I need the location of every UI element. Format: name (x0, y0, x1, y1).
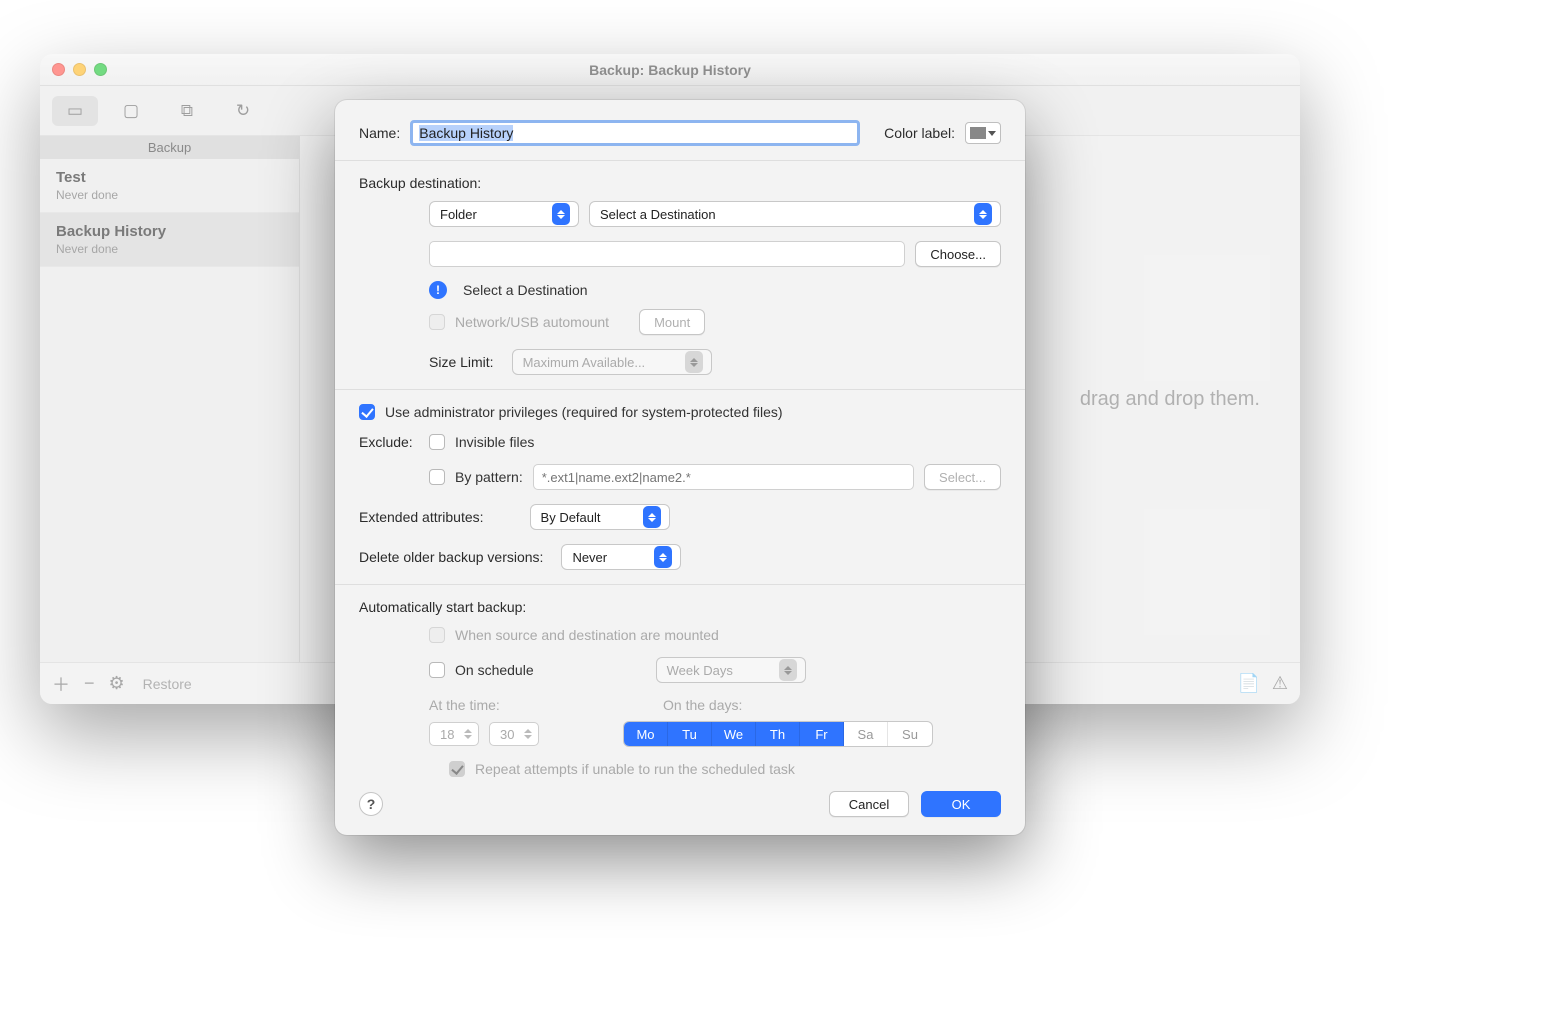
task-name: Test (56, 169, 283, 186)
exclude-pattern-label: By pattern: (455, 469, 523, 485)
destination-select[interactable]: Select a Destination (589, 201, 1001, 227)
updown-icon (974, 203, 992, 225)
updown-icon (779, 659, 797, 681)
day-we[interactable]: We (712, 722, 756, 746)
restore-button[interactable]: Restore (143, 676, 192, 692)
info-icon: ! (429, 281, 447, 299)
exclude-label: Exclude: (359, 434, 419, 450)
destination-select-value: Select a Destination (600, 207, 716, 222)
remove-button-icon[interactable]: − (84, 673, 95, 694)
toolbar-backup-icon[interactable]: ▭ (52, 96, 98, 126)
task-status: Never done (56, 188, 283, 202)
traffic-lights (52, 63, 107, 76)
auto-start-label: Automatically start backup: (359, 599, 1001, 615)
schedule-type-value: Week Days (667, 663, 733, 678)
task-name: Backup History (56, 223, 283, 240)
destination-warning-text: Select a Destination (463, 282, 588, 298)
extended-attributes-value: By Default (541, 510, 601, 525)
size-limit-value: Maximum Available... (523, 355, 646, 370)
auto-mounted-label: When source and destination are mounted (455, 627, 719, 643)
admin-privileges-label: Use administrator privileges (required f… (385, 404, 783, 420)
day-sa[interactable]: Sa (844, 722, 888, 746)
color-label-select[interactable] (965, 122, 1001, 144)
on-days-label: On the days: (663, 697, 742, 713)
updown-icon (643, 506, 661, 528)
extended-attributes-select[interactable]: By Default (530, 504, 670, 530)
help-button[interactable]: ? (359, 792, 383, 816)
cancel-button[interactable]: Cancel (829, 791, 909, 817)
minimize-icon[interactable] (73, 63, 86, 76)
on-schedule-label: On schedule (455, 662, 534, 678)
delete-older-value: Never (572, 550, 607, 565)
day-fr[interactable]: Fr (800, 722, 844, 746)
day-segments: Mo Tu We Th Fr Sa Su (623, 721, 933, 747)
delete-older-select[interactable]: Never (561, 544, 681, 570)
day-th[interactable]: Th (756, 722, 800, 746)
backup-destination-label: Backup destination: (359, 175, 1001, 191)
at-time-label: At the time: (429, 697, 519, 713)
hour-stepper: 18 (429, 722, 479, 746)
delete-older-label: Delete older backup versions: (359, 549, 543, 565)
toolbar-loop-icon[interactable]: ↻ (220, 96, 266, 126)
destination-type-select[interactable]: Folder (429, 201, 579, 227)
toolbar-sync-icon[interactable]: ⧉ (164, 96, 210, 126)
repeat-checkbox (449, 761, 465, 777)
toolbar-archive-icon[interactable]: ▢ (108, 96, 154, 126)
mount-button: Mount (639, 309, 705, 335)
size-limit-select: Maximum Available... (512, 349, 712, 375)
destination-path-field[interactable] (429, 241, 905, 267)
exclude-select-button: Select... (924, 464, 1001, 490)
exclude-pattern-checkbox[interactable] (429, 469, 445, 485)
updown-icon (552, 203, 570, 225)
exclude-invisible-label: Invisible files (455, 434, 534, 450)
task-item[interactable]: Backup History Never done (40, 213, 299, 267)
auto-mounted-checkbox (429, 627, 445, 643)
day-su[interactable]: Su (888, 722, 932, 746)
window-title: Backup: Backup History (589, 62, 751, 78)
minute-stepper: 30 (489, 722, 539, 746)
maximize-icon[interactable] (94, 63, 107, 76)
automount-label: Network/USB automount (455, 314, 609, 330)
exclude-pattern-field[interactable] (533, 464, 914, 490)
day-mo[interactable]: Mo (624, 722, 668, 746)
size-limit-label: Size Limit: (429, 354, 494, 370)
color-swatch-icon (970, 127, 986, 139)
updown-icon (654, 546, 672, 568)
updown-icon (461, 725, 475, 743)
drop-hint: drag and drop them. (1080, 388, 1260, 411)
add-button-icon[interactable]: ＋ (52, 671, 70, 697)
sidebar-section-header: Backup (40, 136, 299, 159)
repeat-label: Repeat attempts if unable to run the sch… (475, 761, 795, 777)
destination-type-value: Folder (440, 207, 477, 222)
day-tu[interactable]: Tu (668, 722, 712, 746)
updown-icon (685, 351, 703, 373)
ok-button[interactable]: OK (921, 791, 1001, 817)
on-schedule-checkbox[interactable] (429, 662, 445, 678)
alert-icon[interactable]: ⚠ (1272, 673, 1288, 694)
log-icon[interactable]: 📄 (1237, 673, 1259, 694)
extended-attributes-label: Extended attributes: (359, 509, 484, 525)
task-item[interactable]: Test Never done (40, 159, 299, 213)
name-input[interactable] (410, 120, 860, 146)
color-label: Color label: (884, 125, 955, 141)
sidebar: Backup Test Never done Backup History Ne… (40, 136, 300, 662)
exclude-invisible-checkbox[interactable] (429, 434, 445, 450)
automount-checkbox (429, 314, 445, 330)
updown-icon (521, 725, 535, 743)
task-status: Never done (56, 242, 283, 256)
task-settings-sheet: Name: Color label: Backup destination: F… (335, 100, 1025, 835)
chevron-down-icon (988, 131, 996, 136)
gear-icon[interactable]: ⚙ (109, 673, 125, 694)
name-label: Name: (359, 125, 400, 141)
admin-privileges-checkbox[interactable] (359, 404, 375, 420)
titlebar: Backup: Backup History (40, 54, 1300, 86)
choose-button[interactable]: Choose... (915, 241, 1001, 267)
close-icon[interactable] (52, 63, 65, 76)
schedule-type-select: Week Days (656, 657, 806, 683)
